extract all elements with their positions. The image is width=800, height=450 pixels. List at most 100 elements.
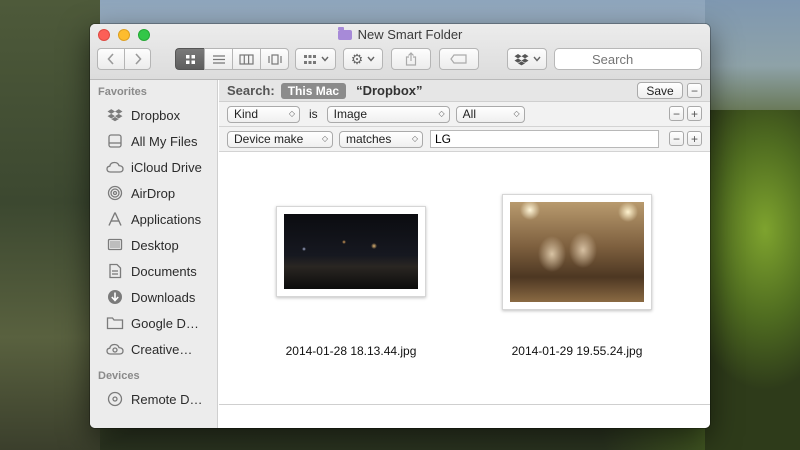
remove-rule-button[interactable]: − xyxy=(669,131,684,146)
downloads-icon xyxy=(106,288,124,306)
arrange-grid-icon xyxy=(303,54,316,64)
desktop-background-left xyxy=(0,0,100,450)
all-files-icon xyxy=(106,132,124,150)
scope-label: Search: xyxy=(227,83,275,98)
rule-attribute-popup[interactable]: Kind ◇ xyxy=(227,105,300,123)
window-title: New Smart Folder xyxy=(90,27,710,42)
add-rule-button[interactable]: + xyxy=(687,131,702,146)
file-thumbnail[interactable] xyxy=(276,206,426,297)
rule-operator-label: is xyxy=(309,107,318,121)
rule-value-popup[interactable]: Image ◇ xyxy=(326,105,450,123)
sidebar-item-downloads[interactable]: Downloads xyxy=(90,284,217,310)
file-name: 2014-01-28 18.13.44.jpg xyxy=(285,344,417,358)
search-scope-bar: Search: This Mac “Dropbox” Save − xyxy=(219,80,710,102)
desktop-background-moss xyxy=(705,110,800,450)
file-item[interactable]: 2014-01-28 18.13.44.jpg xyxy=(266,206,436,358)
updown-arrows-icon: ◇ xyxy=(288,109,295,118)
rule-add-remove: − + xyxy=(669,131,702,146)
sidebar-item-google-drive[interactable]: Google D… xyxy=(90,310,217,336)
tag-button[interactable] xyxy=(439,48,479,70)
cover-flow-view-button[interactable] xyxy=(260,48,289,70)
tag-control xyxy=(439,48,479,70)
creative-cloud-icon xyxy=(106,340,124,358)
dropbox-menu-button[interactable] xyxy=(507,48,547,70)
share-button[interactable] xyxy=(391,48,431,70)
search-rule-device-make: Device make◇ matches◇ − + xyxy=(219,127,710,152)
rule-operator-popup[interactable]: matches ◇ xyxy=(339,130,423,148)
documents-icon xyxy=(106,262,124,280)
smart-folder-icon xyxy=(337,27,352,40)
sidebar-item-applications[interactable]: Applications xyxy=(90,206,217,232)
column-view-button[interactable] xyxy=(232,48,260,70)
scope-dropbox-button[interactable]: “Dropbox” xyxy=(356,83,422,98)
updown-arrows-icon: ◇ xyxy=(411,134,418,143)
forward-button[interactable] xyxy=(124,48,151,70)
chevron-left-icon xyxy=(107,53,114,65)
search-rule-kind: Kind ◇ is Image ◇ All ◇ − + xyxy=(219,102,710,127)
sidebar-item-airdrop[interactable]: AirDrop xyxy=(90,180,217,206)
airdrop-icon xyxy=(106,184,124,202)
desktop-background-sky xyxy=(705,0,800,110)
applications-icon xyxy=(106,210,124,228)
sidebar-item-documents[interactable]: Documents xyxy=(90,258,217,284)
nav-buttons xyxy=(97,48,151,70)
sidebar-item-icloud-drive[interactable]: iCloud Drive xyxy=(90,154,217,180)
updown-arrows-icon: ◇ xyxy=(321,134,328,143)
desktop-icon xyxy=(106,236,124,254)
arrange-control xyxy=(295,48,336,70)
scope-this-mac-button[interactable]: This Mac xyxy=(280,82,347,99)
search-field[interactable]: ✕ xyxy=(554,48,710,70)
action-button[interactable]: ⚙ xyxy=(343,48,383,70)
sidebar: Favorites Dropbox All My Files iCloud Dr… xyxy=(90,80,218,428)
rule-attribute-popup[interactable]: Device make ◇ xyxy=(227,130,333,148)
icon-view-icon xyxy=(185,54,195,64)
file-item[interactable]: 2014-01-29 19.55.24.jpg xyxy=(492,194,662,358)
share-control xyxy=(391,48,431,70)
chevron-down-icon xyxy=(367,56,375,62)
photo-two-people xyxy=(510,202,644,302)
arrange-button[interactable] xyxy=(295,48,336,70)
chevron-down-icon xyxy=(320,56,329,62)
list-view-icon xyxy=(212,54,225,64)
results-icon-view: 2014-01-28 18.13.44.jpg 2014-01-29 19.55… xyxy=(219,154,710,402)
dropbox-icon xyxy=(106,106,124,124)
status-bar xyxy=(219,404,710,428)
disc-icon xyxy=(106,390,124,408)
main-content: Search: This Mac “Dropbox” Save − Kind ◇ … xyxy=(219,80,710,428)
dropbox-control xyxy=(507,48,547,70)
sidebar-section-favorites: Favorites xyxy=(98,86,147,98)
updown-arrows-icon: ◇ xyxy=(513,109,520,118)
rule-add-remove: − + xyxy=(669,106,702,121)
rule-value-input[interactable] xyxy=(430,130,659,148)
icon-view-button[interactable] xyxy=(175,48,204,70)
remove-scope-button[interactable]: − xyxy=(687,83,702,98)
updown-arrows-icon: ◇ xyxy=(438,109,445,118)
chevron-down-icon xyxy=(532,56,541,62)
sidebar-item-dropbox[interactable]: Dropbox xyxy=(90,102,217,128)
sidebar-item-all-my-files[interactable]: All My Files xyxy=(90,128,217,154)
cover-flow-icon xyxy=(267,53,282,65)
back-button[interactable] xyxy=(97,48,124,70)
search-input[interactable] xyxy=(588,51,710,67)
dropbox-icon xyxy=(514,53,528,65)
chevron-right-icon xyxy=(134,53,142,65)
view-mode-control xyxy=(175,48,289,70)
cloud-icon xyxy=(106,158,124,176)
photo-night-street xyxy=(284,214,418,289)
list-view-button[interactable] xyxy=(204,48,232,70)
add-rule-button[interactable]: + xyxy=(687,106,702,121)
rule-qualifier-popup[interactable]: All ◇ xyxy=(455,105,525,123)
save-search-button[interactable]: Save xyxy=(637,82,683,99)
folder-icon xyxy=(106,314,124,332)
sidebar-item-creative-cloud[interactable]: Creative… xyxy=(90,336,217,362)
file-name: 2014-01-29 19.55.24.jpg xyxy=(511,344,643,358)
action-control: ⚙ xyxy=(343,48,383,70)
title-toolbar: New Smart Folder ⚙ Search xyxy=(90,24,710,80)
file-thumbnail[interactable] xyxy=(502,194,652,310)
remove-rule-button[interactable]: − xyxy=(669,106,684,121)
sidebar-item-desktop[interactable]: Desktop xyxy=(90,232,217,258)
sidebar-item-remote-disc[interactable]: Remote D… xyxy=(90,386,217,412)
share-icon xyxy=(405,52,417,66)
sidebar-section-devices: Devices xyxy=(98,370,140,382)
tag-icon xyxy=(450,54,467,64)
